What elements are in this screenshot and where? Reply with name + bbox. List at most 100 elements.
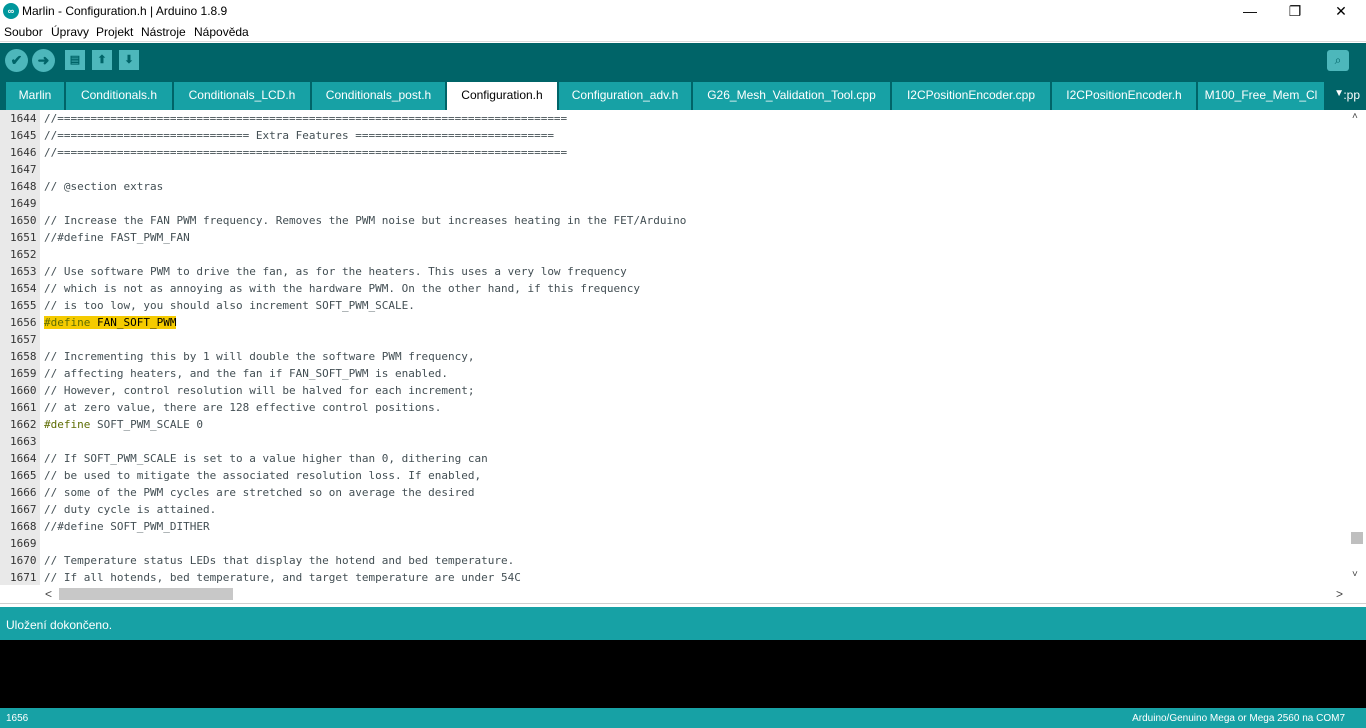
scroll-left-icon[interactable]: < bbox=[45, 587, 52, 601]
code-line[interactable]: 1662 #define SOFT_PWM_SCALE 0 bbox=[0, 416, 1348, 433]
code-line[interactable]: 1671 // If all hotends, bed temperature, … bbox=[0, 569, 1348, 586]
code-line[interactable]: 1644 //==================================… bbox=[0, 110, 1348, 127]
code-text: // @section extras bbox=[44, 180, 164, 193]
menu-upravy[interactable]: Úpravy bbox=[51, 25, 89, 39]
line-number: 1645 bbox=[10, 129, 37, 142]
upload-button[interactable]: ➜ bbox=[32, 49, 55, 72]
code-line[interactable]: 1659 // affecting heaters, and the fan if… bbox=[0, 365, 1348, 382]
status-bar: Uložení dokončeno. bbox=[0, 607, 1366, 640]
tab-marlin[interactable]: Marlin bbox=[6, 82, 64, 110]
minimize-button[interactable]: — bbox=[1227, 0, 1273, 22]
line-number: 1664 bbox=[10, 452, 37, 465]
code-editor[interactable]: 1644 //==================================… bbox=[0, 110, 1366, 603]
code-line[interactable]: 1664 // If SOFT_PWM_SCALE is set to a val… bbox=[0, 450, 1348, 467]
code-line[interactable]: 1650 // Increase the FAN PWM frequency. R… bbox=[0, 212, 1348, 229]
code-text: // some of the PWM cycles are stretched … bbox=[44, 486, 475, 499]
tab-conditionals-post-h[interactable]: Conditionals_post.h bbox=[312, 82, 445, 110]
tab-i2cpositionencoder-h[interactable]: I2CPositionEncoder.h bbox=[1052, 82, 1196, 110]
code-line[interactable]: 1651 //#define FAST_PWM_FAN bbox=[0, 229, 1348, 246]
code-line[interactable]: 1661 // at zero value, there are 128 effe… bbox=[0, 399, 1348, 416]
code-text: // affecting heaters, and the fan if FAN… bbox=[44, 367, 448, 380]
line-number: 1646 bbox=[10, 146, 37, 159]
tab-configuration-adv-h[interactable]: Configuration_adv.h bbox=[559, 82, 691, 110]
footer-bar: 1656 Arduino/Genuino Mega or Mega 2560 n… bbox=[0, 708, 1366, 728]
verify-button[interactable]: ✔ bbox=[5, 49, 28, 72]
code-text: #define FAN_SOFT_PWM bbox=[44, 314, 177, 331]
tab-i2cpositionencoder-cpp[interactable]: I2CPositionEncoder.cpp bbox=[892, 82, 1050, 110]
vertical-scrollbar[interactable]: ˄ ˅ bbox=[1348, 110, 1366, 585]
code-line[interactable]: 1648 // @section extras bbox=[0, 178, 1348, 195]
code-text: // be used to mitigate the associated re… bbox=[44, 469, 482, 482]
line-number: 1666 bbox=[10, 486, 37, 499]
line-number: 1658 bbox=[10, 350, 37, 363]
open-button[interactable]: ⬆ bbox=[92, 50, 112, 70]
line-number: 1661 bbox=[10, 401, 37, 414]
code-line[interactable]: 1647 bbox=[0, 161, 1348, 178]
code-text: // Increase the FAN PWM frequency. Remov… bbox=[44, 214, 687, 227]
tab-conditionals-lcd-h[interactable]: Conditionals_LCD.h bbox=[174, 82, 310, 110]
vertical-scroll-thumb[interactable] bbox=[1351, 532, 1363, 544]
code-line[interactable]: 1656 #define FAN_SOFT_PWM bbox=[0, 314, 1348, 331]
line-number: 1652 bbox=[10, 248, 37, 261]
code-line[interactable]: 1665 // be used to mitigate the associate… bbox=[0, 467, 1348, 484]
menu-napoveda[interactable]: Nápověda bbox=[194, 25, 249, 39]
line-number: 1665 bbox=[10, 469, 37, 482]
scroll-up-icon[interactable]: ˄ bbox=[1352, 111, 1358, 122]
code-line[interactable]: 1649 bbox=[0, 195, 1348, 212]
menu-soubor[interactable]: Soubor bbox=[4, 25, 43, 39]
code-line[interactable]: 1660 // However, control resolution will … bbox=[0, 382, 1348, 399]
line-number: 1647 bbox=[10, 163, 37, 176]
new-sketch-button[interactable]: ▤ bbox=[65, 50, 85, 70]
line-number: 1653 bbox=[10, 265, 37, 278]
save-button[interactable]: ⬇ bbox=[119, 50, 139, 70]
code-line[interactable]: 1655 // is too low, you should also incre… bbox=[0, 297, 1348, 314]
code-text: #define SOFT_PWM_SCALE 0 bbox=[44, 416, 203, 433]
menu-nastroje[interactable]: Nástroje bbox=[141, 25, 186, 39]
line-number: 1663 bbox=[10, 435, 37, 448]
code-line[interactable]: 1658 // Incrementing this by 1 will doubl… bbox=[0, 348, 1348, 365]
menu-projekt[interactable]: Projekt bbox=[96, 25, 133, 39]
code-line[interactable]: 1663 bbox=[0, 433, 1348, 450]
maximize-button[interactable]: ❐ bbox=[1272, 0, 1318, 22]
code-line[interactable]: 1668 //#define SOFT_PWM_DITHER bbox=[0, 518, 1348, 535]
code-text: // at zero value, there are 128 effectiv… bbox=[44, 401, 442, 414]
tab-g26-mesh-validation-tool[interactable]: G26_Mesh_Validation_Tool.cpp bbox=[693, 82, 890, 110]
code-line[interactable]: 1646 //==================================… bbox=[0, 144, 1348, 161]
code-text: // If all hotends, bed temperature, and … bbox=[44, 571, 521, 584]
tab-overflow-text: :pp bbox=[1343, 88, 1360, 102]
status-message: Uložení dokončeno. bbox=[6, 618, 113, 632]
tab-m100-free-mem[interactable]: M100_Free_Mem_Cl bbox=[1198, 82, 1324, 110]
code-line[interactable]: 1654 // which is not as annoying as with … bbox=[0, 280, 1348, 297]
code-line[interactable]: 1645 //============================= Extr… bbox=[0, 127, 1348, 144]
scroll-down-icon[interactable]: ˅ bbox=[1352, 569, 1358, 580]
code-text: // Incrementing this by 1 will double th… bbox=[44, 350, 475, 363]
code-text: //#define FAST_PWM_FAN bbox=[44, 231, 190, 244]
horizontal-scroll-thumb[interactable] bbox=[59, 588, 233, 600]
tab-conditionals-h[interactable]: Conditionals.h bbox=[66, 82, 172, 110]
code-text: //============================= Extra Fe… bbox=[44, 129, 554, 142]
horizontal-scrollbar[interactable]: < > bbox=[40, 585, 1348, 603]
line-number: 1655 bbox=[10, 299, 37, 312]
code-text: // duty cycle is attained. bbox=[44, 503, 217, 516]
code-line[interactable]: 1657 bbox=[0, 331, 1348, 348]
close-button[interactable]: ✕ bbox=[1318, 0, 1364, 22]
tab-configuration-h[interactable]: Configuration.h bbox=[447, 82, 557, 110]
code-text: // Use software PWM to drive the fan, as… bbox=[44, 265, 627, 278]
code-line[interactable]: 1652 bbox=[0, 246, 1348, 263]
line-number: 1671 bbox=[10, 571, 37, 584]
title-bar: ∞ Marlin - Configuration.h | Arduino 1.8… bbox=[0, 0, 1366, 22]
code-line[interactable]: 1667 // duty cycle is attained. bbox=[0, 501, 1348, 518]
arduino-logo-icon: ∞ bbox=[3, 3, 19, 19]
serial-monitor-button[interactable]: ⌕ bbox=[1327, 50, 1349, 71]
line-number: 1660 bbox=[10, 384, 37, 397]
line-number: 1651 bbox=[10, 231, 37, 244]
code-line[interactable]: 1666 // some of the PWM cycles are stretc… bbox=[0, 484, 1348, 501]
code-line[interactable]: 1653 // Use software PWM to drive the fan… bbox=[0, 263, 1348, 280]
code-text: // Temperature status LEDs that display … bbox=[44, 554, 515, 567]
code-identifier: SOFT_PWM_SCALE 0 bbox=[90, 418, 203, 431]
code-line[interactable]: 1669 bbox=[0, 535, 1348, 552]
code-text: //======================================… bbox=[44, 112, 568, 125]
console-output[interactable] bbox=[0, 640, 1366, 708]
code-line[interactable]: 1670 // Temperature status LEDs that disp… bbox=[0, 552, 1348, 569]
scroll-right-icon[interactable]: > bbox=[1336, 587, 1343, 601]
